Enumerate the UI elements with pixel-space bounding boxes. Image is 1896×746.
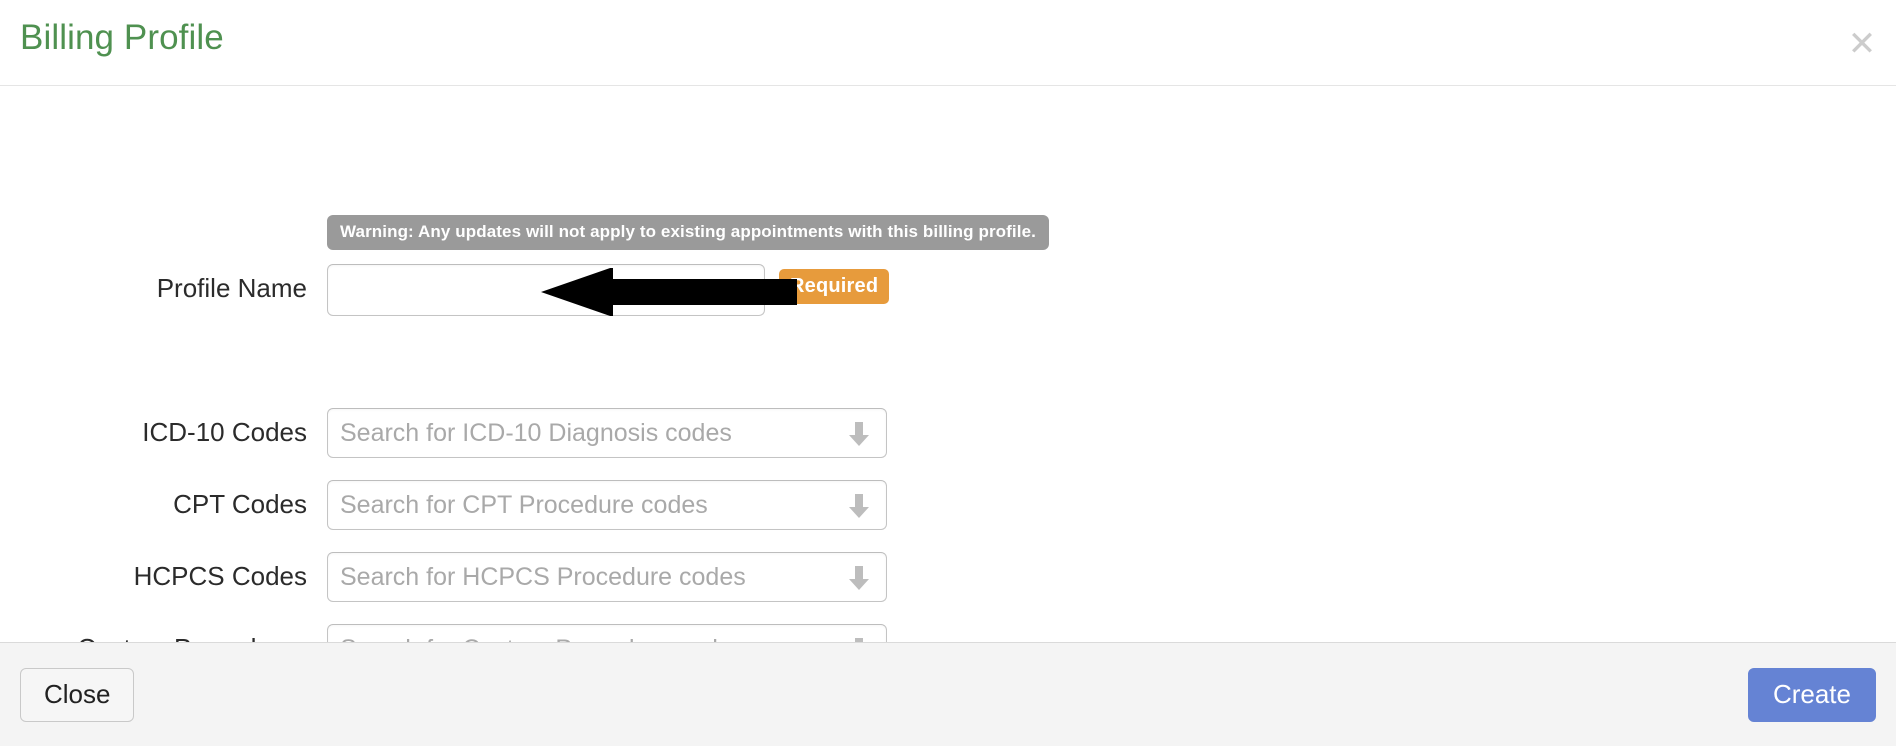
cpt-codes-select[interactable]: Search for CPT Procedure codes <box>327 480 887 530</box>
profile-name-label: Profile Name <box>156 273 307 303</box>
modal-footer: Close Create <box>0 642 1896 746</box>
icd10-codes-label: ICD-10 Codes <box>142 417 307 447</box>
status-badge: Required <box>779 269 890 304</box>
profile-name-input[interactable] <box>327 264 765 316</box>
warning-tooltip: Warning: Any updates will not apply to e… <box>327 215 1049 250</box>
create-button[interactable]: Create <box>1747 668 1876 722</box>
close-icon[interactable]: ✕ <box>1842 24 1882 64</box>
cpt-codes-label: CPT Codes <box>173 489 307 519</box>
close-button[interactable]: Close <box>20 668 135 722</box>
arrow-down-icon <box>846 492 872 520</box>
cpt-codes-row: CPT Codes Search for CPT Procedure codes <box>0 480 887 530</box>
icd10-codes-select[interactable]: Search for ICD-10 Diagnosis codes <box>327 408 887 458</box>
arrow-down-icon <box>846 420 872 448</box>
billing-profile-modal: Billing Profile ✕ Warning: Any updates w… <box>0 0 1896 746</box>
modal-body: Warning: Any updates will not apply to e… <box>0 86 1896 674</box>
profile-name-input-wrap <box>307 264 765 316</box>
code-search-fields: ICD-10 Codes Search for ICD-10 Diagnosis… <box>0 408 887 674</box>
icd10-codes-placeholder: Search for ICD-10 Diagnosis codes <box>340 419 732 447</box>
modal-header: Billing Profile ✕ <box>0 0 1896 86</box>
page-title: Billing Profile <box>20 18 224 57</box>
icd10-codes-row: ICD-10 Codes Search for ICD-10 Diagnosis… <box>0 408 887 458</box>
cpt-codes-placeholder: Search for CPT Procedure codes <box>340 491 708 519</box>
profile-name-row: Profile Name Required <box>0 264 890 316</box>
arrow-down-icon <box>846 564 872 592</box>
hcpcs-codes-row: HCPCS Codes Search for HCPCS Procedure c… <box>0 552 887 602</box>
hcpcs-codes-label: HCPCS Codes <box>133 561 307 591</box>
hcpcs-codes-placeholder: Search for HCPCS Procedure codes <box>340 563 746 591</box>
hcpcs-codes-select[interactable]: Search for HCPCS Procedure codes <box>327 552 887 602</box>
